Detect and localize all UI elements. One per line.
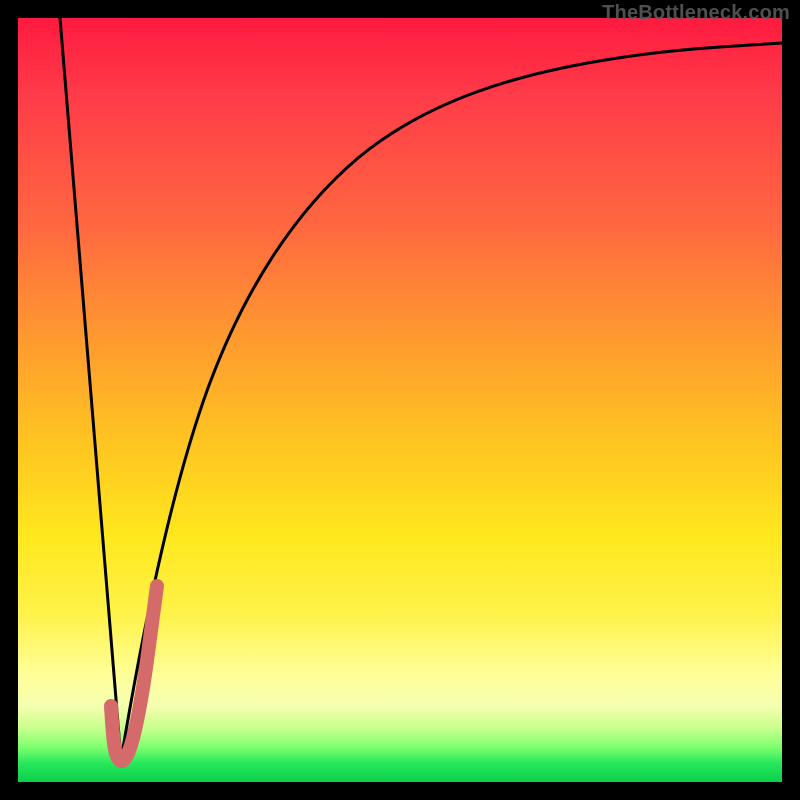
frame: TheBottleneck.com xyxy=(0,0,800,800)
left-line xyxy=(60,18,121,760)
chart-lines xyxy=(18,18,782,782)
pink-j-mark xyxy=(111,586,157,761)
watermark: TheBottleneck.com xyxy=(602,2,790,25)
rising-curve xyxy=(121,43,782,760)
